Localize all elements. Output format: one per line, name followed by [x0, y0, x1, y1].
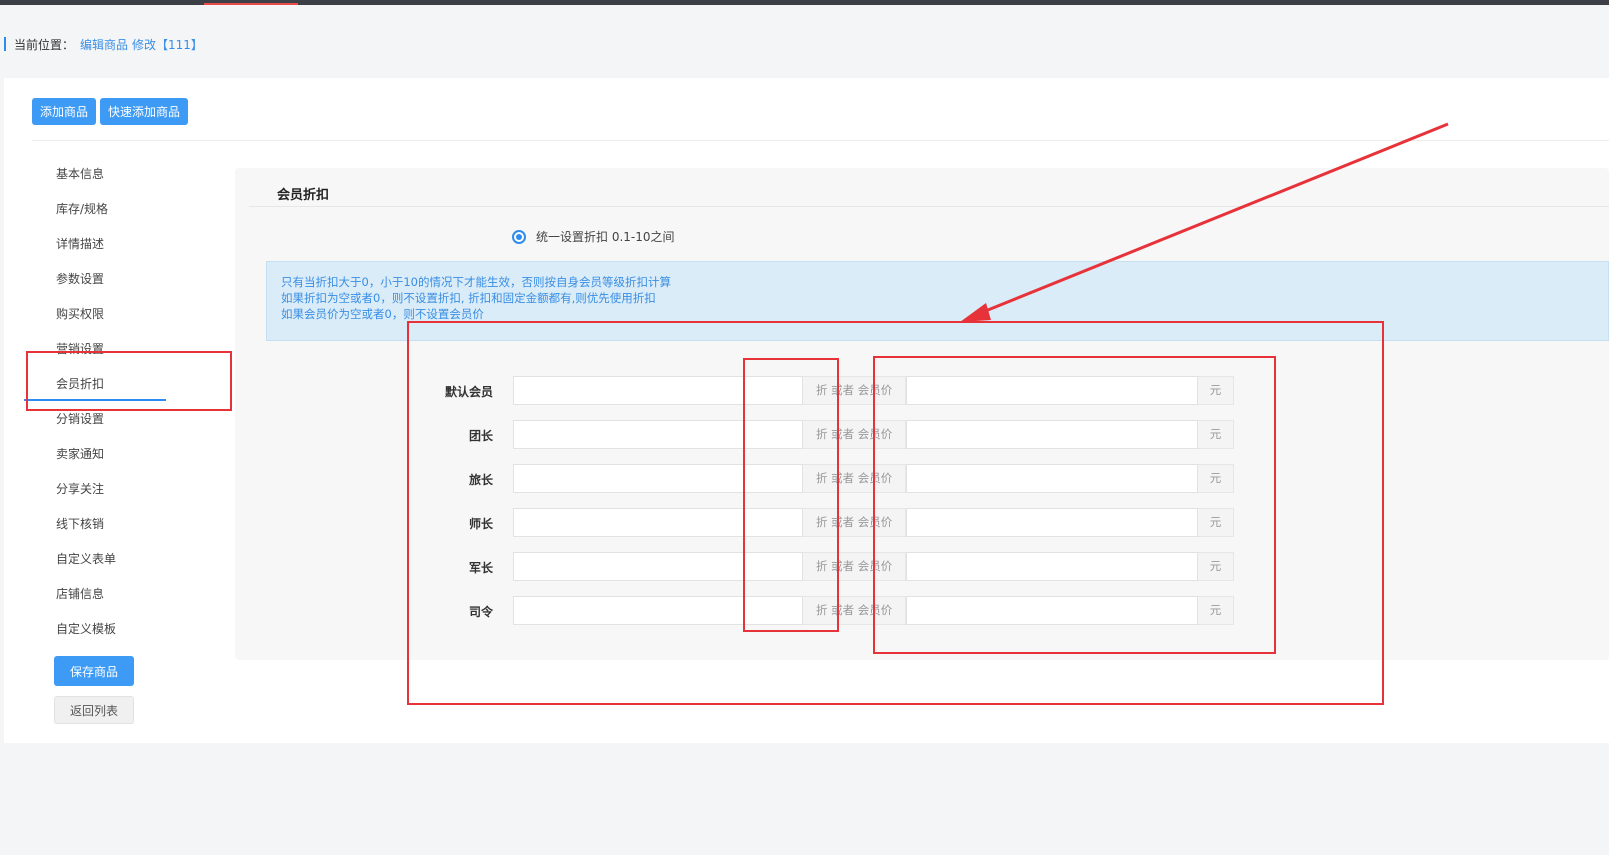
member-price-input[interactable] [906, 596, 1198, 625]
discount-addon: 折 或者 会员价 [803, 376, 906, 405]
form-row-shizhang: 师长 折 或者 会员价 元 [235, 508, 1609, 538]
form-row-junzhang: 军长 折 或者 会员价 元 [235, 552, 1609, 582]
member-price-input[interactable] [906, 508, 1198, 537]
row-label: 师长 [468, 517, 493, 531]
unit-addon: 元 [1198, 420, 1234, 449]
discount-addon: 折 或者 会员价 [803, 464, 906, 493]
breadcrumb-label: 当前位置： [14, 37, 75, 52]
top-bar [0, 0, 1609, 5]
sidebar-item-custom-template[interactable]: 自定义模板 [56, 619, 116, 639]
radio-checked-icon[interactable] [512, 229, 526, 244]
discount-input[interactable] [513, 464, 803, 493]
sidebar-item-stock[interactable]: 库存/规格 [56, 199, 108, 219]
discount-input[interactable] [513, 420, 803, 449]
member-price-input[interactable] [906, 464, 1198, 493]
sidebar-item-member-discount[interactable]: 会员折扣 [56, 374, 104, 394]
member-price-input[interactable] [906, 376, 1198, 405]
notice-line: 只有当折扣大于0，小于10的情况下才能生效，否则按自身会员等级折扣计算 [281, 275, 671, 289]
row-label: 司令 [468, 605, 493, 619]
back-to-list-button[interactable]: 返回列表 [54, 696, 134, 724]
section-title: 会员折扣 [277, 188, 330, 203]
sidebar-item-detail[interactable]: 详情描述 [56, 234, 104, 254]
active-tab-indicator [204, 3, 298, 5]
breadcrumb-bar [4, 37, 6, 51]
sidebar-item-shop-info[interactable]: 店铺信息 [56, 584, 104, 604]
discount-addon: 折 或者 会员价 [803, 420, 906, 449]
member-price-input[interactable] [906, 552, 1198, 581]
breadcrumb-link[interactable]: 编辑商品 [80, 36, 128, 53]
form-row-tuanzhang: 团长 折 或者 会员价 元 [235, 420, 1609, 450]
notice-line: 如果会员价为空或者0，则不设置会员价 [281, 307, 484, 321]
notice-line: 如果折扣为空或者0，则不设置折扣, 折扣和固定金额都有,则优先使用折扣 [281, 291, 656, 305]
sidebar-item-basic[interactable]: 基本信息 [56, 164, 104, 184]
discount-input[interactable] [513, 376, 803, 405]
sidebar-item-params[interactable]: 参数设置 [56, 269, 104, 289]
sidebar-item-seller-notice[interactable]: 卖家通知 [56, 444, 104, 464]
unit-addon: 元 [1198, 596, 1234, 625]
discount-addon: 折 或者 会员价 [803, 508, 906, 537]
radio-label: 统一设置折扣 0.1-10之间 [536, 230, 675, 244]
discount-input[interactable] [513, 508, 803, 537]
sidebar-item-marketing[interactable]: 营销设置 [56, 339, 104, 359]
save-product-button[interactable]: 保存商品 [54, 656, 134, 686]
row-label: 团长 [468, 429, 493, 443]
breadcrumb: 当前位置： 编辑商品 修改【111】 [4, 36, 203, 52]
sidebar-item-share[interactable]: 分享关注 [56, 479, 104, 499]
notice-box: 只有当折扣大于0，小于10的情况下才能生效，否则按自身会员等级折扣计算 如果折扣… [266, 261, 1609, 341]
section-divider [249, 206, 1609, 207]
unit-addon: 元 [1198, 376, 1234, 405]
discount-addon: 折 或者 会员价 [803, 596, 906, 625]
unit-addon: 元 [1198, 508, 1234, 537]
sidebar-item-custom-form[interactable]: 自定义表单 [56, 549, 116, 569]
sidebar-item-offline[interactable]: 线下核销 [56, 514, 104, 534]
unified-discount-option[interactable]: 统一设置折扣 0.1-10之间 [512, 228, 675, 245]
row-label: 旅长 [468, 473, 493, 487]
row-label: 军长 [468, 561, 493, 575]
row-label: 默认会员 [444, 385, 493, 399]
add-product-button[interactable]: 添加商品 [32, 98, 96, 125]
sidebar-item-distribution[interactable]: 分销设置 [56, 409, 104, 429]
sidebar-item-permission[interactable]: 购买权限 [56, 304, 104, 324]
form-row-lvzhang: 旅长 折 或者 会员价 元 [235, 464, 1609, 494]
unit-addon: 元 [1198, 464, 1234, 493]
discount-input[interactable] [513, 552, 803, 581]
discount-input[interactable] [513, 596, 803, 625]
breadcrumb-action: 修改【111】 [132, 37, 203, 52]
member-price-input[interactable] [906, 420, 1198, 449]
discount-addon: 折 或者 会员价 [803, 552, 906, 581]
toolbar-divider [32, 140, 1609, 141]
quick-add-product-button[interactable]: 快速添加商品 [100, 98, 188, 125]
main-panel: 添加商品 快速添加商品 基本信息 库存/规格 详情描述 参数设置 购买权限 营销… [4, 78, 1609, 743]
active-nav-underline [24, 399, 166, 401]
form-row-default-member: 默认会员 折 或者 会员价 元 [235, 376, 1609, 406]
member-discount-section: 会员折扣 统一设置折扣 0.1-10之间 只有当折扣大于0，小于10的情况下才能… [235, 168, 1609, 660]
form-row-siling: 司令 折 或者 会员价 元 [235, 596, 1609, 626]
unit-addon: 元 [1198, 552, 1234, 581]
